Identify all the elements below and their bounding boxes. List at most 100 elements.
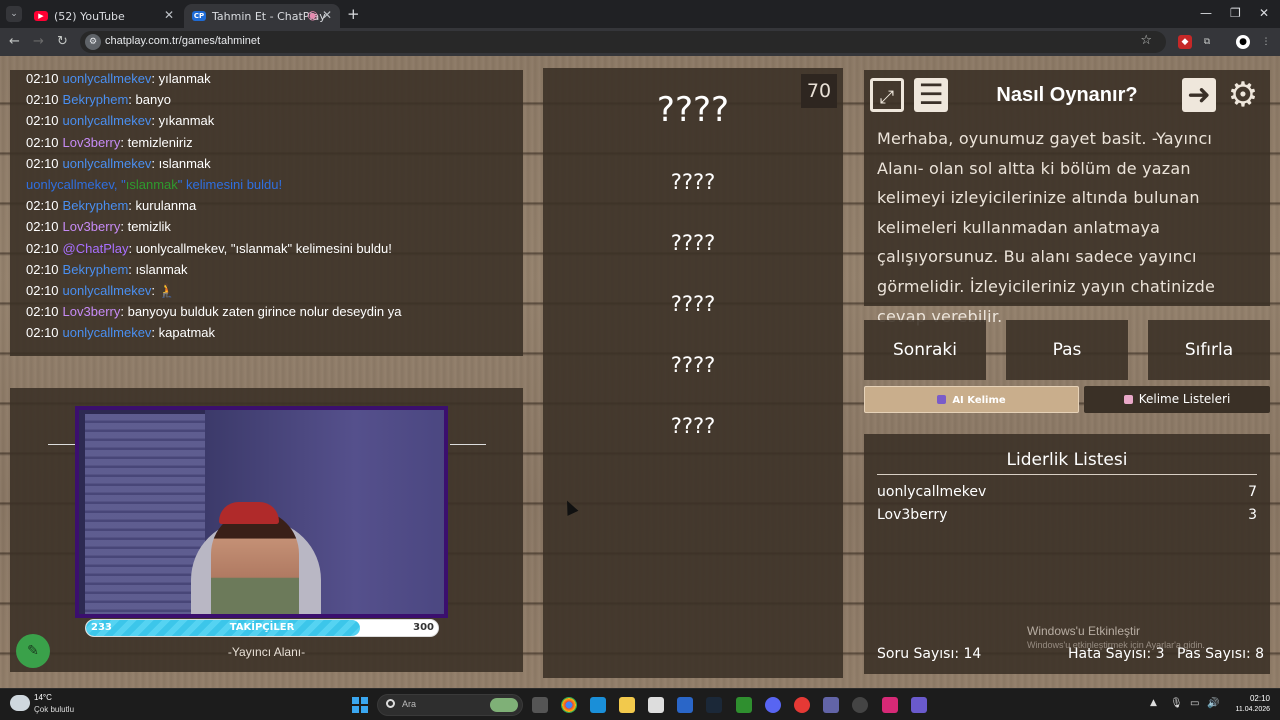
leaderboard-row: Lov3berry 3	[877, 507, 1257, 529]
chat-username[interactable]: Bekryphem	[63, 262, 129, 277]
window-close-button[interactable]: ✕	[1259, 6, 1269, 20]
chat-time: 02:10	[26, 325, 59, 341]
chat-message: 02:10 uonlycallmekev: yılanmak	[26, 70, 516, 89]
pass-button[interactable]: Pas	[1006, 320, 1128, 380]
webcam-hat	[219, 502, 279, 524]
next-button[interactable]: Sonraki	[864, 320, 986, 380]
menu-kebab-icon[interactable]: ⋮	[1259, 35, 1273, 49]
chat-message: 02:10 Bekryphem: banyo	[26, 89, 516, 110]
weather-description[interactable]: Çok bulutlu	[34, 705, 74, 714]
tab-search-button[interactable]: ⌄	[6, 6, 22, 22]
chat-message: 02:10 uonlycallmekev: yıkanmak	[26, 110, 516, 131]
activation-watermark: Windows'u Etkinleştir	[1027, 624, 1140, 638]
chat-username[interactable]: @ChatPlay	[63, 241, 129, 256]
chat-username[interactable]: uonlycallmekev	[63, 113, 152, 128]
player-score: 7	[1248, 484, 1257, 500]
close-icon[interactable]: ✕	[322, 8, 332, 22]
reload-icon[interactable]: ↻	[57, 34, 68, 49]
frame-accent	[75, 406, 131, 410]
address-bar[interactable]: ⚙ chatplay.com.tr/games/tahminet ☆	[80, 31, 1166, 53]
word-slot: ????	[670, 292, 716, 316]
minimize-button[interactable]: —	[1200, 6, 1212, 20]
chat-username[interactable]: Bekryphem	[63, 198, 129, 213]
chat-username[interactable]: uonlycallmekev	[63, 156, 152, 171]
forward-arrow-icon[interactable]: →	[33, 34, 44, 49]
follower-goal: 300	[413, 622, 434, 633]
pin-icon[interactable]: ✎	[16, 634, 50, 668]
steam-icon[interactable]	[706, 697, 722, 713]
chat-username[interactable]: Lov3berry	[63, 135, 121, 150]
chat-time: 02:10	[26, 113, 59, 129]
chat-username[interactable]: Bekryphem	[63, 92, 129, 107]
profile-avatar[interactable]: ●	[1236, 35, 1250, 49]
file-explorer-icon[interactable]	[619, 697, 635, 713]
volume-icon[interactable]: 🔊	[1207, 698, 1219, 709]
teams-icon[interactable]	[823, 697, 839, 713]
app-icon-red[interactable]	[794, 697, 810, 713]
exit-icon[interactable]: ➜	[1182, 78, 1216, 112]
tray-chevron-icon[interactable]: ▲	[1150, 698, 1157, 708]
chat-text: : uonlycallmekev, "ıslanmak" kelimesini …	[128, 240, 392, 256]
chat-username[interactable]: Lov3berry	[63, 219, 121, 234]
xbox-icon[interactable]	[736, 697, 752, 713]
weather-temperature[interactable]: 14°C	[34, 693, 52, 702]
system-text: " kelimesini buldu!	[177, 176, 283, 192]
chat-username[interactable]: uonlycallmekev	[63, 325, 152, 340]
chat-username[interactable]: Lov3berry	[63, 304, 121, 319]
url-text[interactable]: chatplay.com.tr/games/tahminet	[105, 35, 260, 47]
word-lists-button[interactable]: Kelime Listeleri	[1084, 386, 1270, 413]
obs-icon[interactable]	[852, 697, 868, 713]
webcam-blinds	[85, 414, 205, 614]
tab-chatplay[interactable]: CP Tahmin Et - ChatPlay ◉ ✕	[184, 4, 340, 28]
webcam-frame	[75, 406, 448, 618]
clock-time[interactable]: 02:10	[1232, 694, 1270, 703]
weather-cloud-icon[interactable]	[10, 695, 30, 711]
error-count: Hata Sayısı: 3	[1068, 646, 1165, 662]
chat-list: 02:10 uonlycallmekev: yılanmak 02:10 Bekryp…	[26, 70, 516, 343]
audio-icon[interactable]: ◉	[308, 8, 318, 22]
bookmark-star-icon[interactable]: ☆	[1140, 33, 1152, 48]
settings-gear-icon[interactable]: ⚙	[1226, 78, 1260, 112]
chat-time: 02:10	[26, 304, 59, 320]
monitor-app-icon[interactable]	[590, 697, 606, 713]
search-icon	[386, 699, 395, 708]
discord-icon[interactable]	[765, 697, 781, 713]
player-name: Lov3berry	[877, 507, 948, 523]
chat-time: 02:10	[26, 71, 59, 86]
close-icon[interactable]: ✕	[164, 8, 174, 22]
taskbar-search[interactable]: Ara	[377, 694, 523, 716]
chat-text: : kapatmak	[151, 325, 216, 341]
chrome-icon[interactable]	[561, 697, 577, 713]
found-word: ıslanmak	[125, 176, 178, 192]
divider	[450, 444, 486, 445]
chat-message: 02:10 uonlycallmekev: kapatmak	[26, 322, 516, 343]
site-info-icon[interactable]: ⚙	[85, 34, 101, 50]
reset-button[interactable]: Sıfırla	[1148, 320, 1270, 380]
ai-word-button[interactable]: AI Kelime	[864, 386, 1079, 413]
extensions-puzzle-icon[interactable]: ⧉	[1200, 35, 1214, 49]
browser-tab-strip: ⌄ ▶ (52) YouTube ✕ CP Tahmin Et - ChatPl…	[0, 0, 1280, 28]
webcam-streamer	[211, 510, 299, 614]
network-icon[interactable]: ▭	[1190, 698, 1199, 709]
mail-icon[interactable]	[677, 697, 693, 713]
chat-message: 02:10 uonlycallmekev: 🧎	[26, 280, 516, 301]
chat-username[interactable]: uonlycallmekev	[63, 283, 152, 298]
divider	[877, 474, 1257, 475]
chat-text: : yıkanmak	[151, 113, 215, 129]
microphone-icon[interactable]: 🎙	[1170, 698, 1183, 709]
chat-username[interactable]: uonlycallmekev	[63, 71, 152, 86]
restore-button[interactable]: ❐	[1230, 6, 1241, 20]
chat-time: 02:10	[26, 240, 59, 256]
instagram-icon[interactable]	[882, 697, 898, 713]
back-arrow-icon[interactable]: ←	[9, 34, 20, 49]
start-button[interactable]	[352, 697, 368, 713]
store-icon[interactable]	[648, 697, 664, 713]
chatplay-icon: CP	[192, 11, 206, 21]
new-tab-button[interactable]: +	[347, 5, 360, 23]
clock-date[interactable]: 11.04.2026	[1226, 706, 1270, 713]
extension-icon[interactable]: ◆	[1178, 35, 1192, 49]
word-lists-label: Kelime Listeleri	[1138, 392, 1231, 406]
task-view-icon[interactable]	[532, 697, 548, 713]
tab-youtube[interactable]: ▶ (52) YouTube ✕	[26, 4, 182, 28]
app-icon-purple[interactable]	[911, 697, 927, 713]
